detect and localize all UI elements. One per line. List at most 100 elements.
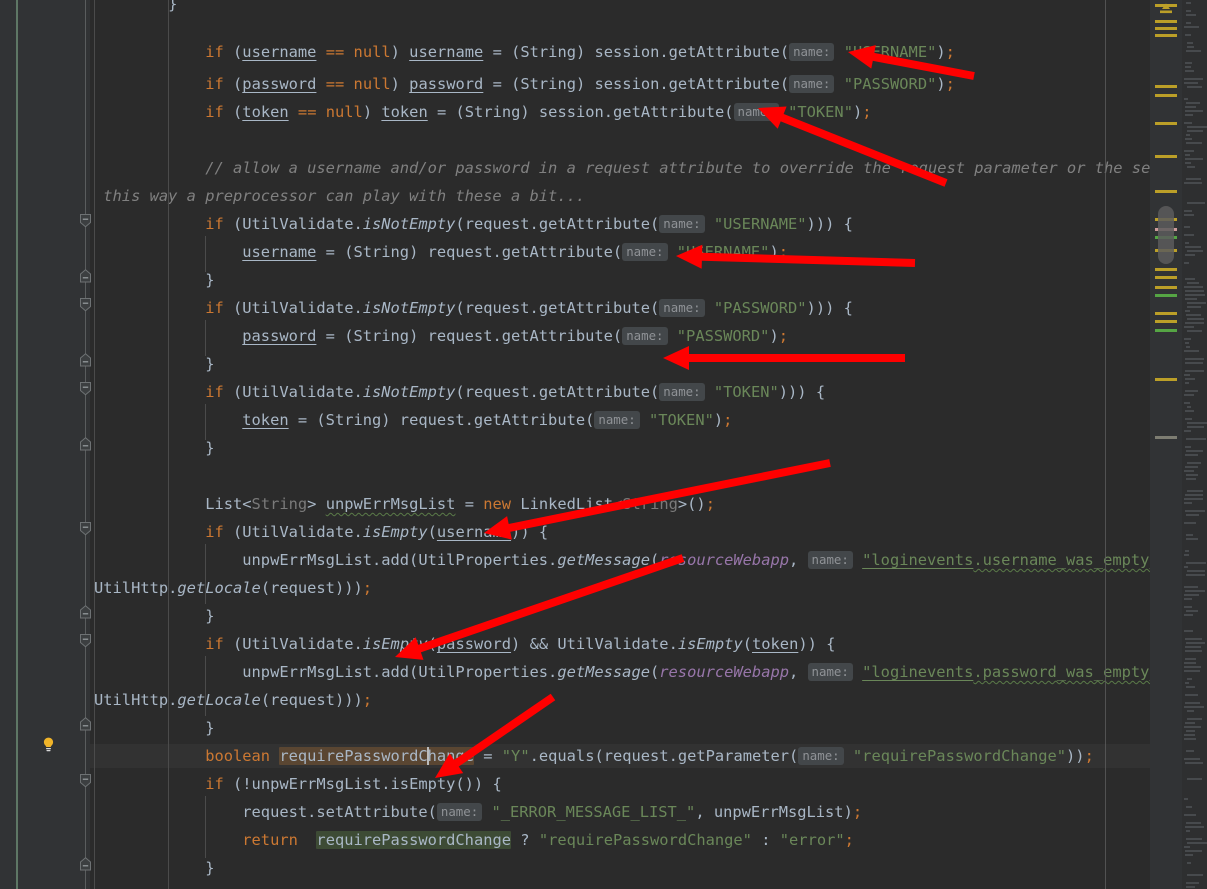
error-stripe-mark-ok[interactable] <box>1155 294 1177 297</box>
code-line[interactable]: username = (String) request.getAttribute… <box>90 240 788 264</box>
minimap-line <box>1185 410 1194 412</box>
code-line[interactable]: } <box>90 0 177 16</box>
lightbulb-intention-icon[interactable] <box>40 736 57 753</box>
code-line[interactable]: if (!unpwErrMsgList.isEmpty()) { <box>90 772 502 796</box>
editor-scrollbar-thumb[interactable] <box>1158 206 1174 264</box>
code-line[interactable]: unpwErrMsgList.add(UtilProperties.getMes… <box>90 548 1162 572</box>
error-stripe-mark-gray[interactable] <box>1155 436 1177 439</box>
fold-region-start-icon[interactable] <box>77 520 94 537</box>
code-line[interactable]: if (UtilValidate.isNotEmpty(request.getA… <box>90 212 853 236</box>
code-line[interactable]: unpwErrMsgList.add(UtilProperties.getMes… <box>90 660 1162 684</box>
code-line[interactable]: this way a preprocessor can play with th… <box>90 184 585 208</box>
code-line[interactable]: } <box>90 856 214 880</box>
fold-region-start-icon[interactable] <box>77 296 94 313</box>
code-line[interactable]: if (username == null) username = (String… <box>90 40 955 64</box>
fold-region-start-icon[interactable] <box>77 212 94 229</box>
error-stripe-mark-warn[interactable] <box>1155 122 1177 125</box>
string-literal-resource-key[interactable]: "loginevents.username_was_empty_reenter" <box>862 551 1162 569</box>
error-stripe-mark-warn[interactable] <box>1155 286 1177 289</box>
minimap-line <box>1186 142 1202 144</box>
minimap-line <box>1187 710 1194 712</box>
fold-region-end-icon[interactable] <box>77 604 94 621</box>
code-token: ; <box>945 43 955 61</box>
code-line[interactable]: if (UtilValidate.isNotEmpty(request.getA… <box>90 296 853 320</box>
code-token: (request.getAttribute( <box>455 383 660 401</box>
fold-region-end-icon[interactable] <box>77 436 94 453</box>
error-stripe-mark-warn[interactable] <box>1155 94 1177 97</box>
code-token: password <box>242 75 317 93</box>
error-stripe-mark-warn[interactable] <box>1155 34 1177 37</box>
minimap-line <box>1184 210 1192 212</box>
error-stripe-mark-warn[interactable] <box>1155 378 1177 381</box>
code-line[interactable]: } <box>90 352 214 376</box>
minimap-line <box>1187 86 1202 88</box>
fold-region-end-icon[interactable] <box>77 268 94 285</box>
code-minimap[interactable] <box>1182 0 1207 889</box>
code-token: isNotEmpty <box>362 215 456 233</box>
parameter-name-hint: name: <box>789 75 835 93</box>
indent-guide <box>94 0 95 889</box>
string-literal-resource-key[interactable]: "loginevents.password_was_empty_reenter" <box>862 663 1162 681</box>
error-stripe-mark-warn[interactable] <box>1155 190 1177 193</box>
code-line[interactable]: boolean requirePasswordChange = "Y".equa… <box>90 744 1162 768</box>
minimap-line <box>1184 226 1190 228</box>
error-stripe-mark-warn[interactable] <box>1155 268 1177 271</box>
code-token: getLocale <box>177 691 261 709</box>
code-line[interactable]: token = (String) request.getAttribute(na… <box>90 408 732 432</box>
error-stripe-mark-warn[interactable] <box>1155 320 1177 323</box>
identifier-read-occurrence[interactable]: requirePasswordChange <box>316 831 512 849</box>
error-stripe-analysis-gutter[interactable] <box>1150 0 1182 889</box>
code-token: password <box>242 327 317 345</box>
minimap-line <box>1186 10 1191 12</box>
code-line[interactable]: if (token == null) token = (String) sess… <box>90 100 872 124</box>
minimap-line <box>1186 438 1206 440</box>
minimap-line <box>1185 254 1195 256</box>
error-stripe-mark-warn[interactable] <box>1155 85 1177 88</box>
code-token: "USERNAME" <box>713 215 807 233</box>
error-stripe-mark-warn[interactable] <box>1155 4 1177 7</box>
minimap-line <box>1186 886 1195 888</box>
vcs-changed-lines-marker[interactable] <box>16 0 18 889</box>
fold-region-end-icon[interactable] <box>77 856 94 873</box>
editor-gutter[interactable] <box>0 0 91 889</box>
minimap-line <box>1185 342 1189 344</box>
error-stripe-mark-warn[interactable] <box>1155 20 1177 23</box>
error-stripe-mark-warn[interactable] <box>1155 27 1177 30</box>
minimap-line <box>1184 758 1200 760</box>
code-editor-text-area[interactable]: } if (username == null) username = (Stri… <box>90 0 1162 889</box>
code-token: "TOKEN" <box>713 383 779 401</box>
fold-region-start-icon[interactable] <box>77 632 94 649</box>
error-stripe-mark-ok[interactable] <box>1155 329 1177 332</box>
code-line[interactable]: if (password == null) password = (String… <box>90 72 955 96</box>
code-line[interactable]: } <box>90 268 214 292</box>
minimap-line <box>1187 330 1202 332</box>
code-line[interactable]: } <box>90 436 214 460</box>
identifier-write-occurrence[interactable]: requirePasswordChange <box>279 747 474 765</box>
minimap-line <box>1185 446 1191 448</box>
minimap-line <box>1187 862 1191 864</box>
code-line[interactable]: password = (String) request.getAttribute… <box>90 324 788 348</box>
code-line[interactable]: } <box>90 716 214 740</box>
error-stripe-mark-warn[interactable] <box>1155 276 1177 279</box>
code-line[interactable]: // allow a username and/or password in a… <box>90 156 1162 180</box>
code-line[interactable]: } <box>90 604 214 628</box>
code-line[interactable]: if (UtilValidate.isEmpty(username)) { <box>90 520 548 544</box>
fold-region-end-icon[interactable] <box>77 716 94 733</box>
code-line[interactable]: if (UtilValidate.isEmpty(password) && Ut… <box>90 632 835 656</box>
code-line[interactable]: List<String> unpwErrMsgList = new Linked… <box>90 492 715 516</box>
code-line[interactable]: UtilHttp.getLocale(request))); <box>90 688 372 712</box>
error-stripe-mark-warn[interactable] <box>1155 312 1177 315</box>
fold-region-end-icon[interactable] <box>77 352 94 369</box>
minimap-line <box>1184 122 1192 124</box>
error-stripe-mark-warn[interactable] <box>1155 155 1177 158</box>
code-token: "USERNAME" <box>843 43 937 61</box>
code-line[interactable]: UtilHttp.getLocale(request))); <box>90 576 372 600</box>
fold-region-start-icon[interactable] <box>77 380 94 397</box>
minimap-line <box>1186 50 1201 52</box>
code-line[interactable]: if (UtilValidate.isNotEmpty(request.getA… <box>90 380 825 404</box>
ide-editor-window: } if (username == null) username = (Stri… <box>0 0 1207 889</box>
fold-region-start-icon[interactable] <box>77 772 94 789</box>
